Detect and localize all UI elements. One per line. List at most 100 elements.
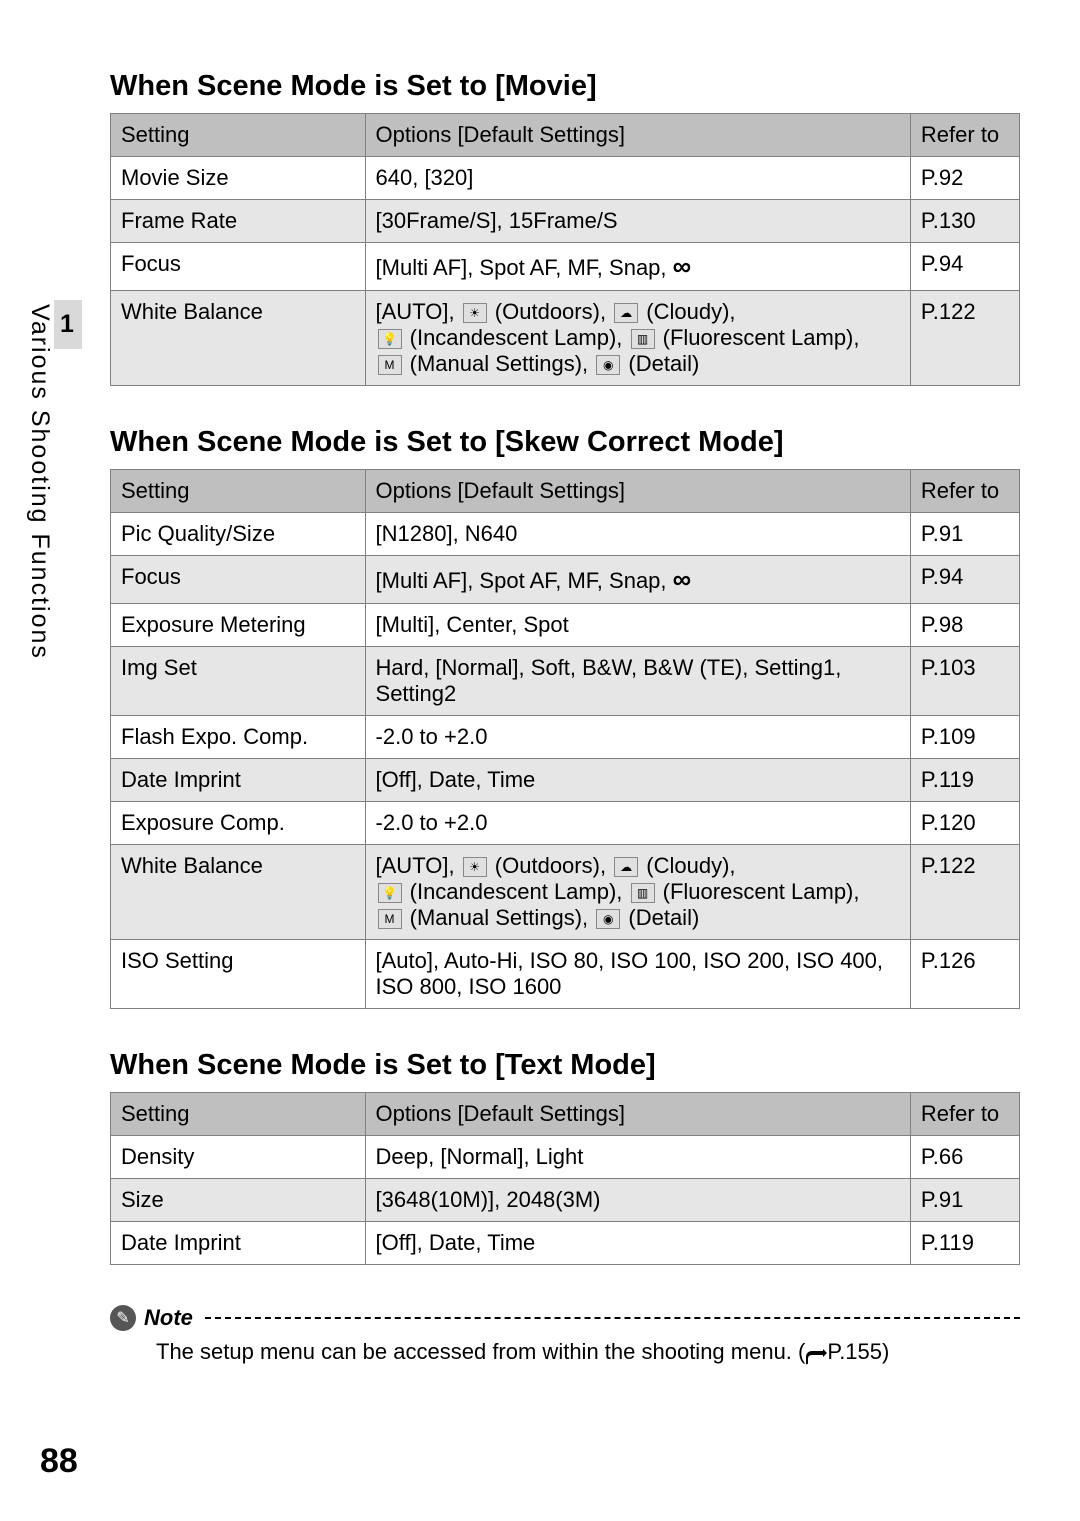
cell-options: [Multi AF], Spot AF, MF, Snap, ∞: [365, 556, 910, 604]
table-row: ISO Setting[Auto], Auto-Hi, ISO 80, ISO …: [111, 940, 1020, 1009]
note-label: Note: [144, 1305, 193, 1331]
table-row: DensityDeep, [Normal], LightP.66: [111, 1136, 1020, 1179]
infinity-icon: ∞: [673, 251, 692, 281]
cell-setting: ISO Setting: [111, 940, 366, 1009]
table-header: Refer to: [910, 114, 1019, 157]
cell-options: [Off], Date, Time: [365, 1222, 910, 1265]
table-row: Frame Rate[30Frame/S], 15Frame/SP.130: [111, 200, 1020, 243]
fluorescent-icon: ▥: [631, 883, 655, 903]
cell-options: -2.0 to +2.0: [365, 802, 910, 845]
cell-setting: White Balance: [111, 845, 366, 940]
table-header: Options [Default Settings]: [365, 114, 910, 157]
note-text-prefix: The setup menu can be accessed from with…: [156, 1339, 805, 1364]
wb-cloudy: (Cloudy),: [640, 853, 735, 878]
cell-refer: P.94: [910, 243, 1019, 291]
table-row: Date Imprint[Off], Date, TimeP.119: [111, 1222, 1020, 1265]
table-row: Size[3648(10M)], 2048(3M)P.91: [111, 1179, 1020, 1222]
wb-manual: (Manual Settings),: [404, 351, 595, 376]
cell-setting: Movie Size: [111, 157, 366, 200]
cell-setting: Pic Quality/Size: [111, 513, 366, 556]
cell-setting: Focus: [111, 243, 366, 291]
cell-setting: Exposure Comp.: [111, 802, 366, 845]
wb-auto: [AUTO],: [376, 853, 461, 878]
bulb-icon: 💡: [378, 883, 402, 903]
settings-table: SettingOptions [Default Settings]Refer t…: [110, 113, 1020, 386]
sun-icon: ☀: [463, 857, 487, 877]
side-tab: 1 Various Shooting Functions: [25, 300, 82, 664]
table-row: Img SetHard, [Normal], Soft, B&W, B&W (T…: [111, 647, 1020, 716]
wb-outdoors: (Outdoors),: [489, 299, 612, 324]
cell-setting: White Balance: [111, 291, 366, 386]
cell-refer: P.119: [910, 759, 1019, 802]
section-title: When Scene Mode is Set to [Movie]: [110, 70, 1020, 103]
cell-setting: Exposure Metering: [111, 604, 366, 647]
table-row: White Balance[AUTO], ☀ (Outdoors), ☁ (Cl…: [111, 291, 1020, 386]
table-header: Setting: [111, 114, 366, 157]
table-row: Exposure Comp.-2.0 to +2.0P.120: [111, 802, 1020, 845]
note-icon: ✎: [110, 1305, 136, 1331]
table-header: Options [Default Settings]: [365, 1093, 910, 1136]
cell-options: Deep, [Normal], Light: [365, 1136, 910, 1179]
cell-refer: P.98: [910, 604, 1019, 647]
cell-refer: P.94: [910, 556, 1019, 604]
cell-setting: Date Imprint: [111, 1222, 366, 1265]
page-number: 88: [40, 1442, 78, 1481]
table-header: Refer to: [910, 1093, 1019, 1136]
note-block: ✎ Note The setup menu can be accessed fr…: [110, 1305, 1020, 1365]
table-header: Options [Default Settings]: [365, 470, 910, 513]
fluorescent-icon: ▥: [631, 329, 655, 349]
cell-options: 640, [320]: [365, 157, 910, 200]
table-header: Setting: [111, 1093, 366, 1136]
wb-cloudy: (Cloudy),: [640, 299, 735, 324]
cell-options: [Multi], Center, Spot: [365, 604, 910, 647]
detail-icon: ◉: [596, 355, 620, 375]
cell-refer: P.122: [910, 291, 1019, 386]
wb-fluorescent: (Fluorescent Lamp),: [657, 325, 860, 350]
cell-options-wb: [AUTO], ☀ (Outdoors), ☁ (Cloudy),💡 (Inca…: [365, 291, 910, 386]
manual-icon: M: [378, 909, 402, 929]
focus-prefix: [Multi AF], Spot AF, MF, Snap,: [376, 568, 673, 593]
table-row: Focus[Multi AF], Spot AF, MF, Snap, ∞P.9…: [111, 243, 1020, 291]
table-row: Flash Expo. Comp.-2.0 to +2.0P.109: [111, 716, 1020, 759]
cell-setting: Img Set: [111, 647, 366, 716]
wb-detail: (Detail): [622, 905, 699, 930]
cell-refer: P.66: [910, 1136, 1019, 1179]
cell-options: [N1280], N640: [365, 513, 910, 556]
settings-table: SettingOptions [Default Settings]Refer t…: [110, 469, 1020, 1009]
cell-refer: P.92: [910, 157, 1019, 200]
manual-icon: M: [378, 355, 402, 375]
wb-incandescent: (Incandescent Lamp),: [404, 325, 629, 350]
cell-options: [3648(10M)], 2048(3M): [365, 1179, 910, 1222]
wb-incandescent: (Incandescent Lamp),: [404, 879, 629, 904]
cell-refer: P.103: [910, 647, 1019, 716]
cell-refer: P.122: [910, 845, 1019, 940]
wb-detail: (Detail): [622, 351, 699, 376]
note-text: The setup menu can be accessed from with…: [156, 1339, 1020, 1365]
cell-options: [Auto], Auto-Hi, ISO 80, ISO 100, ISO 20…: [365, 940, 910, 1009]
table-row: Movie Size640, [320]P.92: [111, 157, 1020, 200]
table-row: Focus[Multi AF], Spot AF, MF, Snap, ∞P.9…: [111, 556, 1020, 604]
cell-refer: P.119: [910, 1222, 1019, 1265]
section-title: When Scene Mode is Set to [Skew Correct …: [110, 426, 1020, 459]
cell-options: Hard, [Normal], Soft, B&W, B&W (TE), Set…: [365, 647, 910, 716]
table-header: Setting: [111, 470, 366, 513]
cell-options: -2.0 to +2.0: [365, 716, 910, 759]
pointer-icon: [805, 1345, 827, 1361]
cloud-icon: ☁: [614, 857, 638, 877]
wb-fluorescent: (Fluorescent Lamp),: [657, 879, 860, 904]
cell-setting: Flash Expo. Comp.: [111, 716, 366, 759]
table-row: White Balance[AUTO], ☀ (Outdoors), ☁ (Cl…: [111, 845, 1020, 940]
chapter-number: 1: [54, 300, 82, 349]
table-header: Refer to: [910, 470, 1019, 513]
infinity-icon: ∞: [673, 564, 692, 594]
cell-setting: Density: [111, 1136, 366, 1179]
wb-auto: [AUTO],: [376, 299, 461, 324]
sun-icon: ☀: [463, 303, 487, 323]
cell-options: [Off], Date, Time: [365, 759, 910, 802]
wb-manual: (Manual Settings),: [404, 905, 595, 930]
chapter-label: Various Shooting Functions: [22, 300, 58, 664]
cell-setting: Frame Rate: [111, 200, 366, 243]
cell-refer: P.91: [910, 513, 1019, 556]
detail-icon: ◉: [596, 909, 620, 929]
cell-setting: Date Imprint: [111, 759, 366, 802]
